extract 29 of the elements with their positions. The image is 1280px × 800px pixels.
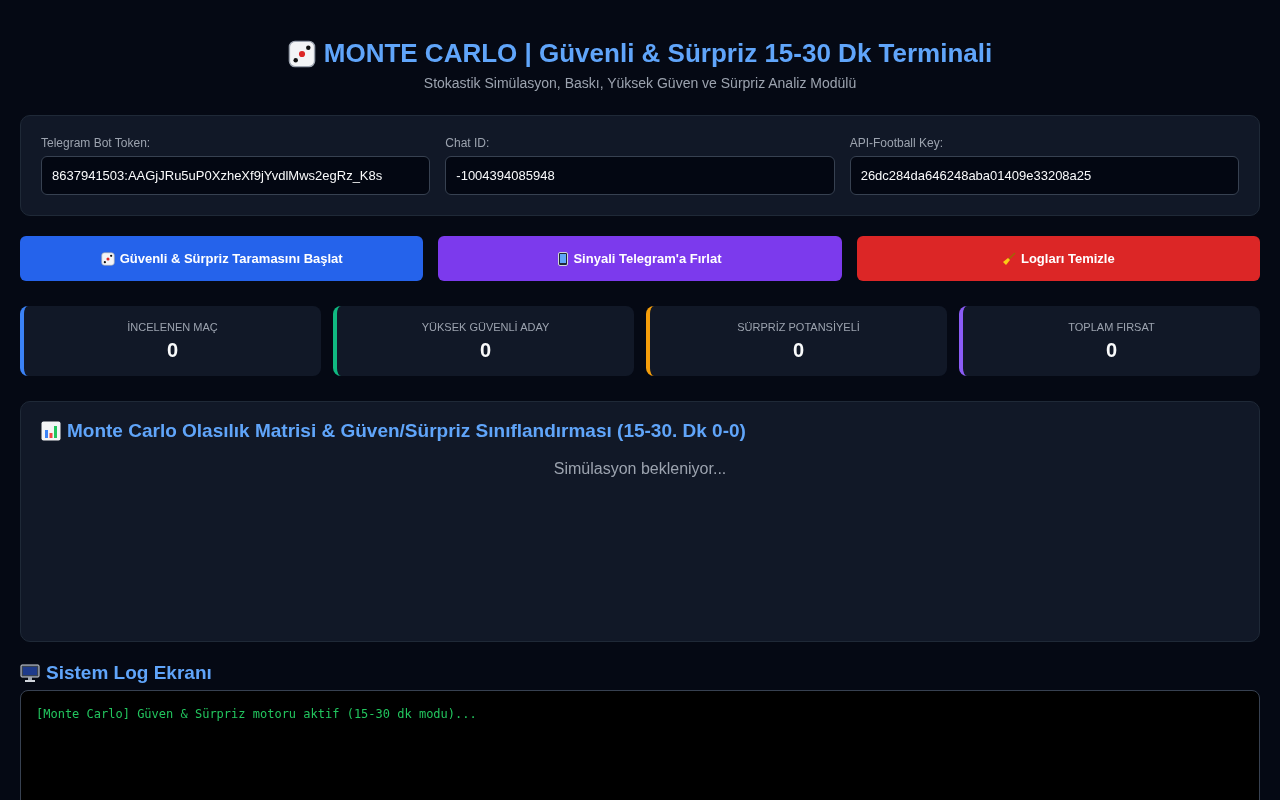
log-line: [Monte Carlo] Güven & Sürpriz motoru aktif (15-30 dk modu)... [36, 707, 478, 721]
stat-label: YÜKSEK GÜVENLİ ADAY [421, 320, 550, 333]
section-title: Sistem Log Ekranı [46, 662, 212, 684]
page-title: MONTE CARLO | Güvenli & Sürpriz 15-30 Dk Terminali [323, 38, 993, 69]
dice-icon [100, 251, 115, 266]
send-button[interactable]: Sinyali Telegram'a Fırlat [438, 236, 842, 281]
field-label: Telegram Bot Token: [41, 136, 152, 150]
field-label: Chat ID: [445, 136, 491, 150]
monitor-icon [20, 663, 40, 683]
stat-label: TOPLAM FIRSAT [1068, 320, 1155, 333]
page-subtitle: Stokastik Simülasyon, Baskı, Yüksek Güven ve Sürpriz Analiz Modülü [423, 75, 857, 91]
stat-label: İNCELENEN MAÇ [127, 320, 218, 333]
stat-value: 0 [479, 338, 492, 362]
input-field[interactable]: 8637941503:AAGjJRu5uP0XzheXf9jYvdlMws2egRz_K8s [41, 156, 431, 195]
input-field[interactable]: 26dc284da646248aba01409e33208a25 [849, 156, 1239, 195]
panel-title: Monte Carlo Olasılık Matrisi & Güven/Sürpriz Sınıflandırması (15-30. Dk 0-0) [67, 420, 746, 442]
clear-logs-button[interactable]: Logları Temizle [856, 236, 1260, 281]
stat-value: 0 [1105, 338, 1118, 362]
scan-button[interactable]: Güvenli & Sürpriz Taramasını Başlat [20, 236, 424, 281]
stat-value: 0 [166, 338, 179, 362]
bar-chart-icon [41, 421, 61, 441]
dice-icon [287, 39, 316, 68]
field-label: API-Football Key: [849, 136, 945, 150]
phone-icon [558, 251, 569, 266]
input-field[interactable]: -1004394085948 [445, 156, 835, 195]
status-text: Simülasyon bekleniyor... [552, 460, 728, 478]
broom-icon [1002, 251, 1016, 266]
stat-value: 0 [792, 338, 805, 362]
stat-label: SÜRPRİZ POTANSİYELİ [737, 320, 860, 333]
